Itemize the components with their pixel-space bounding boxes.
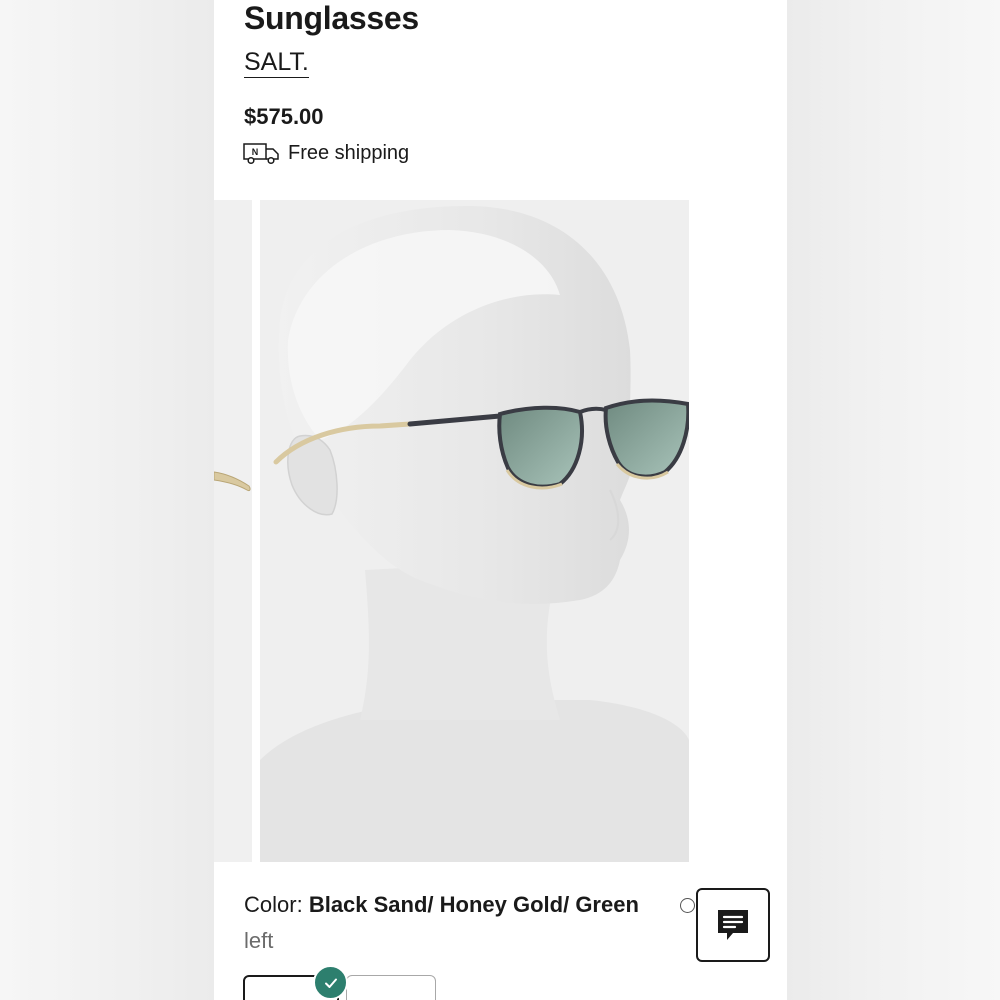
gallery-slide-previous[interactable]: [214, 200, 252, 862]
brand-link[interactable]: SALT.: [244, 48, 309, 78]
shipping-info: N Free shipping: [242, 139, 409, 167]
chat-button[interactable]: [696, 888, 770, 962]
gallery-slide-main[interactable]: [260, 200, 689, 862]
color-swatch[interactable]: [346, 975, 436, 1000]
image-gallery[interactable]: [214, 200, 787, 862]
color-selection-label: Color: Black Sand/ Honey Gold/ Green: [244, 892, 639, 918]
product-price: $575.00: [244, 104, 324, 129]
chat-icon: [718, 910, 748, 940]
background-left: [0, 0, 214, 1000]
product-title: Sunglasses: [244, 0, 419, 36]
radio-option[interactable]: [680, 898, 695, 913]
background-right: [787, 0, 1000, 1000]
checkmark-icon: [313, 965, 348, 1000]
sunglasses-temple-image: [214, 471, 251, 492]
product-page: Sunglasses SALT. $575.00 N Free shipping: [214, 0, 787, 1000]
mannequin-sunglasses-image: [260, 200, 689, 862]
shipping-label: Free shipping: [288, 141, 410, 164]
color-value: Black Sand/ Honey Gold/ Green: [308, 892, 639, 917]
delivery-truck-icon: N: [243, 143, 279, 165]
color-label: Color:: [244, 892, 303, 917]
truck-logo-letter: N: [252, 147, 259, 157]
color-value-continued: left: [244, 928, 274, 953]
